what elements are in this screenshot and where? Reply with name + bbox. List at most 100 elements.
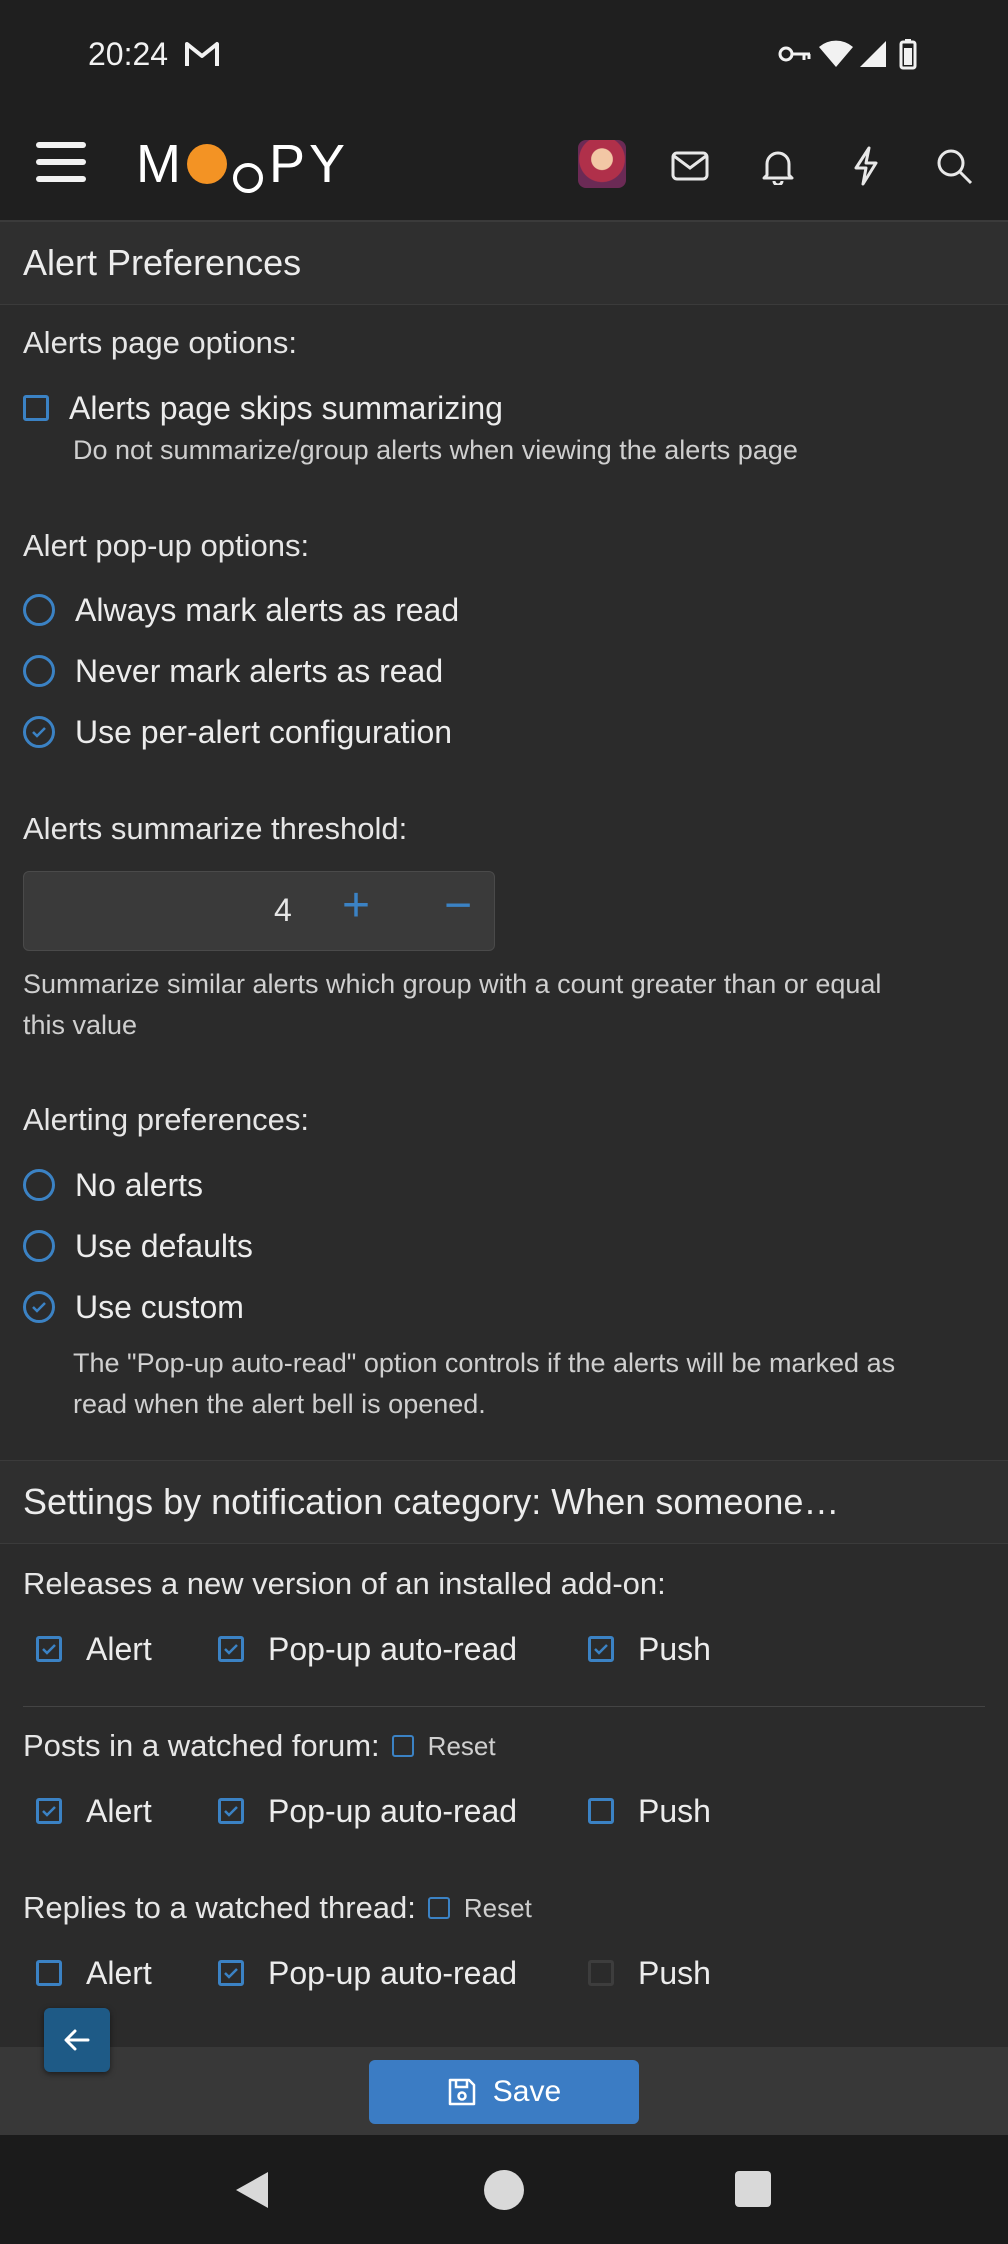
category-label-forum: Posts in a watched forum: [23,1728,380,1763]
nav-back-icon[interactable] [232,2169,272,2216]
increment-button[interactable]: + [342,878,370,933]
radio-button-selected[interactable] [23,716,55,748]
search-icon[interactable] [928,140,980,192]
threshold-stepper[interactable]: 4 + − [23,871,495,951]
alerting-option-none[interactable]: No alerts [23,1165,203,1205]
check-icon [594,1644,608,1655]
push-checkbox[interactable] [588,1636,614,1662]
skip-summarizing-hint: Do not summarize/group alerts when viewi… [73,435,798,465]
wifi-icon [818,36,854,72]
category-divider [23,1706,985,1707]
bell-icon[interactable] [752,140,804,192]
alerting-option-label: Use defaults [75,1227,253,1264]
alert-label: Alert [86,1954,152,1991]
popup-checkbox[interactable] [218,1798,244,1824]
logo-ring [232,163,263,193]
custom-hint-line2: read when the alert bell is opened. [73,1389,486,1419]
gmail-icon [184,36,220,72]
alert-checkbox-row[interactable]: Alert [36,1791,152,1831]
check-icon [32,727,46,738]
popup-option-never[interactable]: Never mark alerts as read [23,651,443,691]
save-button[interactable]: Save [369,2060,639,2124]
alert-label: Alert [86,1792,152,1829]
threshold-hint-line1: Summarize similar alerts which group wit… [23,969,882,999]
push-checkbox-disabled [588,1960,614,1986]
radio-button-selected[interactable] [23,1291,55,1323]
popup-option-label: Use per-alert configuration [75,713,453,750]
save-bar: Save [0,2047,1008,2135]
popup-checkbox-row[interactable]: Pop-up auto-read [218,1791,517,1831]
alerting-preferences-label: Alerting preferences: [23,1102,310,1137]
reset-checkbox[interactable] [427,1897,450,1919]
popup-label: Pop-up auto-read [268,1954,518,1991]
skip-summarizing-checkbox-row[interactable]: Alerts page skips summarizing [23,388,503,428]
push-label: Push [638,1954,711,1991]
arrow-left-icon [64,2029,90,2051]
category-row-forum: Alert Pop-up auto-read Push [0,1791,1008,1835]
category-label-forum-row: Posts in a watched forum: Reset [23,1728,496,1764]
threshold-value[interactable]: 4 [274,892,292,929]
reset-checkbox[interactable] [391,1735,414,1757]
save-label: Save [492,2075,562,2108]
alerting-option-defaults[interactable]: Use defaults [23,1226,253,1266]
radio-button[interactable] [23,655,55,687]
inbox-icon[interactable] [664,140,716,192]
logo-text-left: M [136,134,185,194]
popup-checkbox-row[interactable]: Pop-up auto-read [218,1953,517,1993]
skip-summarizing-checkbox[interactable] [23,395,49,421]
category-row-thread: Alert Pop-up auto-read Push [0,1953,1008,1997]
popup-option-label: Never mark alerts as read [75,652,444,689]
category-label-addon: Releases a new version of an installed a… [23,1566,666,1601]
popup-checkbox[interactable] [218,1636,244,1662]
popup-options-label: Alert pop-up options: [23,528,310,563]
skip-summarizing-label: Alerts page skips summarizing [69,389,503,426]
logo-orange-dot [186,144,227,184]
site-logo[interactable]: M PY [136,134,349,194]
vpn-key-icon [778,36,812,72]
alerting-option-label: Use custom [75,1288,244,1325]
alert-checkbox[interactable] [36,1798,62,1824]
save-icon [447,2077,477,2107]
custom-hint-line1: The "Pop-up auto-read" option controls i… [73,1348,896,1378]
threshold-label: Alerts summarize threshold: [23,811,408,846]
alert-checkbox-row[interactable]: Alert [36,1629,152,1669]
section-title: Alert Preferences [23,242,302,283]
push-checkbox-row[interactable]: Push [588,1791,711,1831]
menu-icon[interactable] [36,142,86,186]
reset-checkbox-row[interactable]: Reset [391,1730,496,1762]
alert-checkbox-row[interactable]: Alert [36,1953,152,1993]
nav-home-icon[interactable] [484,2170,524,2210]
alert-checkbox[interactable] [36,1636,62,1662]
reset-label: Reset [463,1892,532,1923]
bolt-icon[interactable] [840,140,892,192]
popup-label: Pop-up auto-read [268,1630,518,1667]
nav-recents-icon[interactable] [735,2171,771,2207]
reset-label: Reset [427,1730,496,1761]
popup-option-per-alert[interactable]: Use per-alert configuration [23,712,452,752]
status-time: 20:24 [88,36,169,72]
radio-button[interactable] [23,594,55,626]
popup-checkbox[interactable] [218,1960,244,1986]
user-avatar[interactable] [578,140,626,188]
popup-option-always[interactable]: Always mark alerts as read [23,590,459,630]
check-icon [224,1644,238,1655]
page-options-label: Alerts page options: [23,325,298,360]
push-checkbox-row[interactable]: Push [588,1953,711,1993]
alerting-option-label: No alerts [75,1166,204,1203]
app-header: M PY [0,110,1008,221]
radio-button[interactable] [23,1230,55,1262]
categories-header: Settings by notification category: When … [0,1460,1008,1544]
categories-title: Settings by notification category: When … [23,1481,840,1522]
popup-label: Pop-up auto-read [268,1792,518,1829]
popup-checkbox-row[interactable]: Pop-up auto-read [218,1629,517,1669]
radio-button[interactable] [23,1169,55,1201]
popup-option-label: Always mark alerts as read [75,591,460,628]
push-checkbox-row[interactable]: Push [588,1629,711,1669]
reset-checkbox-row[interactable]: Reset [427,1892,532,1924]
decrement-button[interactable]: − [444,878,472,933]
alert-checkbox[interactable] [36,1960,62,1986]
push-checkbox[interactable] [588,1798,614,1824]
alerting-option-custom[interactable]: Use custom [23,1287,244,1327]
category-row-addon: Alert Pop-up auto-read Push [0,1629,1008,1673]
back-button[interactable] [44,2008,110,2072]
